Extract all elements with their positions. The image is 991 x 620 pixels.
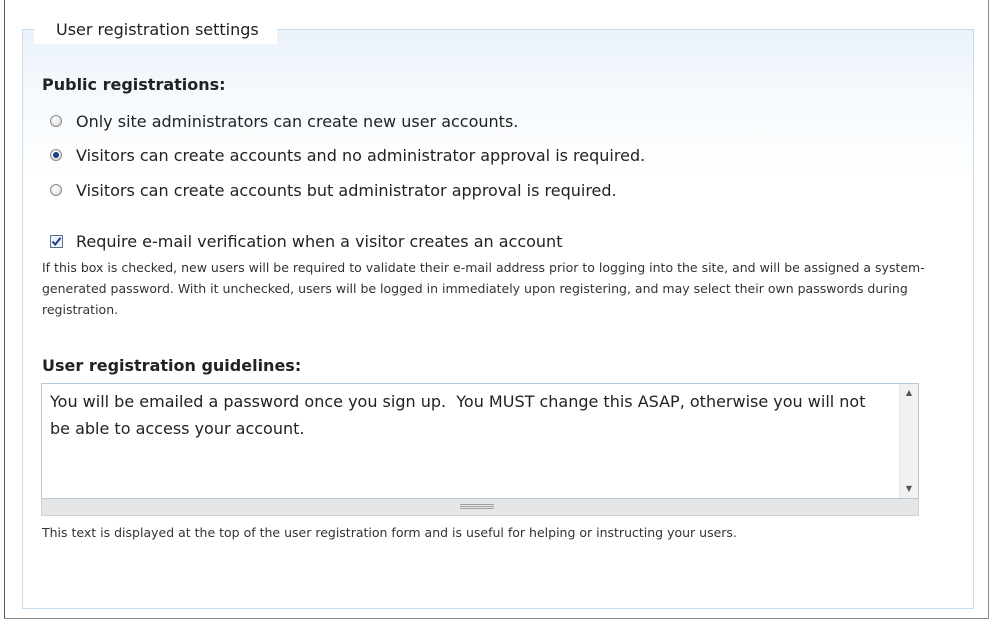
scroll-down-arrow-icon[interactable]: ▼ bbox=[900, 480, 918, 498]
radio-option-visitors-approval[interactable]: Visitors can create accounts but adminis… bbox=[50, 179, 617, 201]
textarea-scrollbar[interactable]: ▲ ▼ bbox=[899, 384, 918, 498]
checkmark-icon bbox=[51, 236, 62, 246]
radio-button-admin-only[interactable] bbox=[50, 115, 62, 127]
email-verification-label: Require e-mail verification when a visit… bbox=[76, 231, 563, 251]
guidelines-textarea[interactable]: You will be emailed a password once you … bbox=[42, 384, 898, 498]
radio-option-admin-only[interactable]: Only site administrators can create new … bbox=[50, 110, 518, 132]
radio-option-visitors-no-approval[interactable]: Visitors can create accounts and no admi… bbox=[50, 144, 645, 166]
textarea-resize-handle[interactable] bbox=[41, 499, 919, 516]
resize-grippie-icon bbox=[460, 504, 494, 509]
email-verification-option[interactable]: Require e-mail verification when a visit… bbox=[50, 230, 562, 252]
fieldset-legend: User registration settings bbox=[34, 16, 277, 44]
radio-button-visitors-no-approval[interactable] bbox=[50, 149, 62, 161]
email-verification-checkbox[interactable] bbox=[50, 234, 63, 248]
public-registrations-heading: Public registrations: bbox=[42, 75, 226, 94]
guidelines-heading: User registration guidelines: bbox=[42, 356, 302, 375]
email-verification-description: If this box is checked, new users will b… bbox=[42, 260, 925, 317]
radio-label-visitors-no-approval: Visitors can create accounts and no admi… bbox=[76, 145, 646, 165]
scroll-up-arrow-icon[interactable]: ▲ bbox=[900, 384, 918, 402]
guidelines-textarea-container: You will be emailed a password once you … bbox=[41, 383, 919, 499]
radio-label-visitors-approval: Visitors can create accounts but adminis… bbox=[76, 180, 617, 200]
radio-label-admin-only: Only site administrators can create new … bbox=[76, 111, 519, 131]
radio-button-visitors-approval[interactable] bbox=[50, 184, 62, 196]
guidelines-description: This text is displayed at the top of the… bbox=[42, 525, 737, 540]
